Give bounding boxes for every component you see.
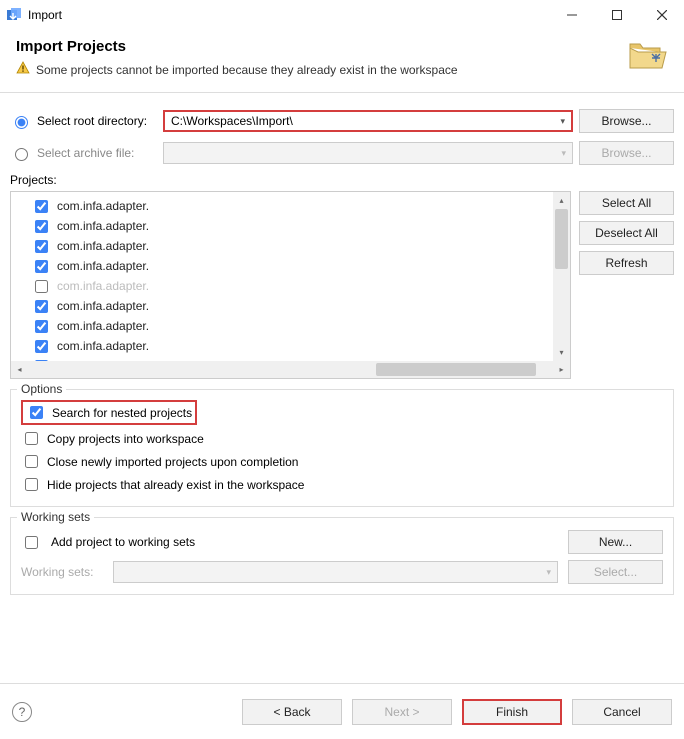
warning-icon: [16, 61, 30, 78]
working-sets-label: Working sets:: [21, 565, 103, 579]
projects-label: Projects:: [10, 173, 674, 187]
back-button[interactable]: < Back: [242, 699, 342, 725]
project-checkbox[interactable]: [35, 340, 48, 353]
chevron-down-icon: ▾: [561, 148, 566, 159]
project-checkbox[interactable]: [35, 320, 48, 333]
help-icon[interactable]: ?: [12, 702, 32, 722]
project-checkbox[interactable]: [35, 300, 48, 313]
root-directory-field[interactable]: C:\Workspaces\Import\ ▾: [163, 110, 573, 132]
root-directory-value: C:\Workspaces\Import\: [171, 114, 293, 128]
browse-archive-button: Browse...: [579, 141, 674, 165]
working-sets-group: Working sets Add project to working sets…: [10, 517, 674, 595]
select-archive-file-radio[interactable]: [15, 148, 28, 161]
page-subtitle: Some projects cannot be imported because…: [36, 63, 458, 77]
working-sets-dropdown: ▾: [113, 561, 558, 583]
close-on-complete-checkbox[interactable]: [25, 455, 38, 468]
project-checkbox[interactable]: [35, 200, 48, 213]
options-title: Options: [17, 382, 66, 396]
deselect-all-button[interactable]: Deselect All: [579, 221, 674, 245]
maximize-button[interactable]: [594, 0, 639, 30]
horizontal-scrollbar[interactable]: ◂ ▸: [11, 361, 570, 378]
archive-file-field: ▾: [163, 142, 573, 164]
copy-into-workspace-label: Copy projects into workspace: [47, 432, 204, 446]
scroll-thumb-horizontal[interactable]: [376, 363, 536, 376]
browse-root-button[interactable]: Browse...: [579, 109, 674, 133]
folder-open-icon: [626, 38, 668, 74]
list-item[interactable]: com.infa.adapter.: [11, 296, 570, 316]
hide-existing-label: Hide projects that already exist in the …: [47, 478, 304, 492]
project-label: com.infa.adapter.: [57, 239, 149, 253]
search-nested-label: Search for nested projects: [52, 406, 192, 420]
wizard-header: Import Projects Some projects cannot be …: [0, 30, 684, 93]
import-app-icon: [6, 7, 22, 23]
list-item[interactable]: com.infa.adapter.: [11, 236, 570, 256]
chevron-down-icon: ▾: [560, 116, 565, 127]
next-button: Next >: [352, 699, 452, 725]
select-all-button[interactable]: Select All: [579, 191, 674, 215]
select-archive-file-label: Select archive file:: [37, 146, 157, 160]
refresh-button[interactable]: Refresh: [579, 251, 674, 275]
vertical-scrollbar[interactable]: ▴ ▾: [553, 192, 570, 361]
list-item[interactable]: com.infa.adapter.: [11, 256, 570, 276]
page-title: Import Projects: [16, 38, 616, 55]
titlebar-title: Import: [28, 8, 549, 22]
new-working-set-button[interactable]: New...: [568, 530, 663, 554]
finish-button[interactable]: Finish: [462, 699, 562, 725]
project-label: com.infa.adapter.: [57, 259, 149, 273]
chevron-down-icon: ▾: [546, 567, 551, 578]
list-item[interactable]: com.infa.adapter.: [11, 196, 570, 216]
wizard-footer: ? < Back Next > Finish Cancel: [0, 683, 684, 739]
list-item[interactable]: com.infa.adapter.: [11, 216, 570, 236]
project-checkbox[interactable]: [35, 260, 48, 273]
project-label: com.infa.adapter.: [57, 339, 149, 353]
scroll-thumb[interactable]: [555, 209, 568, 269]
project-checkbox[interactable]: [35, 240, 48, 253]
list-item[interactable]: com.infa.adapter.: [11, 316, 570, 336]
select-root-directory-label: Select root directory:: [37, 114, 157, 128]
hide-existing-checkbox[interactable]: [25, 478, 38, 491]
add-to-working-sets-label: Add project to working sets: [51, 535, 558, 549]
close-on-complete-label: Close newly imported projects upon compl…: [47, 455, 298, 469]
close-button[interactable]: [639, 0, 684, 30]
list-item[interactable]: com.infa.adapter.: [11, 276, 570, 296]
scroll-up-icon[interactable]: ▴: [553, 192, 570, 209]
projects-list[interactable]: com.infa.adapter. com.infa.adapter. com.in…: [10, 191, 571, 379]
scroll-right-icon[interactable]: ▸: [553, 361, 570, 378]
copy-into-workspace-checkbox[interactable]: [25, 432, 38, 445]
options-group: Options Search for nested projects Copy …: [10, 389, 674, 507]
titlebar: Import: [0, 0, 684, 30]
project-label: com.infa.adapter.: [57, 199, 149, 213]
project-checkbox[interactable]: [35, 280, 48, 293]
project-label: com.infa.adapter.: [57, 219, 149, 233]
list-item[interactable]: com.infa.adapter.: [11, 336, 570, 356]
select-working-set-button: Select...: [568, 560, 663, 584]
cancel-button[interactable]: Cancel: [572, 699, 672, 725]
select-root-directory-radio[interactable]: [15, 116, 28, 129]
search-nested-checkbox[interactable]: [30, 406, 43, 419]
project-label: com.infa.adapter.: [57, 319, 149, 333]
scroll-left-icon[interactable]: ◂: [11, 361, 28, 378]
project-checkbox[interactable]: [35, 220, 48, 233]
project-label: com.infa.adapter.: [57, 279, 149, 293]
add-to-working-sets-checkbox[interactable]: [25, 536, 38, 549]
minimize-button[interactable]: [549, 0, 594, 30]
working-sets-title: Working sets: [17, 510, 94, 524]
project-label: com.infa.adapter.: [57, 299, 149, 313]
scroll-down-icon[interactable]: ▾: [553, 344, 570, 361]
